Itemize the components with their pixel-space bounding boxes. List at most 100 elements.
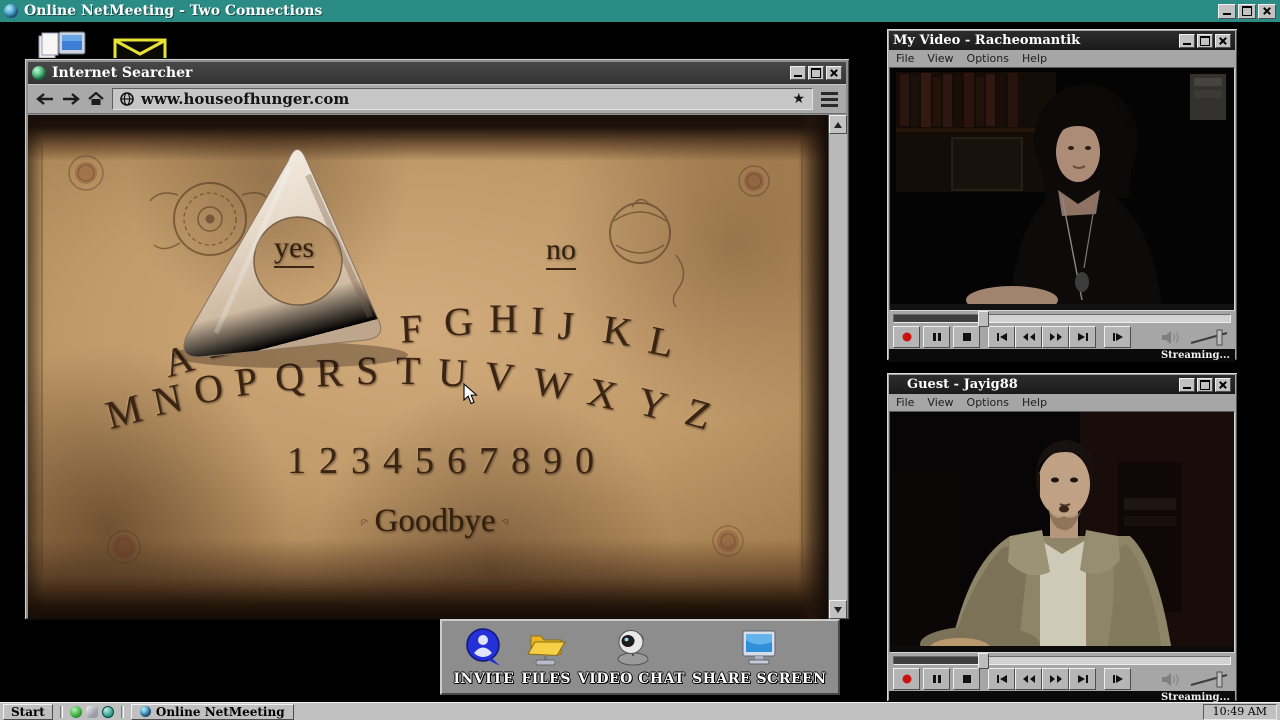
my-video-titlebar[interactable]: My Video - Racheomantik [889,31,1235,50]
board-letter: 9 [543,442,562,480]
board-letter: S [356,351,378,391]
browser-scrollbar[interactable] [828,115,847,619]
board-letter: 7 [479,442,498,480]
board-letter: V [483,356,516,399]
menu-view[interactable]: View [927,396,953,409]
browser-window: Internet Searcher www.houseofhunger.com … [24,58,850,620]
invite-bubble-icon [462,628,506,668]
stop-button[interactable] [953,668,980,690]
menu-help[interactable]: Help [1022,396,1047,409]
browser-titlebar[interactable]: Internet Searcher [28,62,846,84]
guest-video-feed [889,411,1235,653]
volume-slider[interactable] [1189,329,1231,346]
board-letter: F [399,308,423,349]
clock: 10:49 AM [1213,705,1267,718]
bookmark-star-icon[interactable]: ★ [792,92,805,106]
seek-thumb[interactable] [978,311,989,327]
menu-help[interactable]: Help [1022,52,1047,65]
board-letter: H [489,299,518,339]
skip-start-button[interactable] [988,326,1015,348]
home-icon[interactable] [88,92,104,106]
quick-launch-globe-icon[interactable] [102,706,114,718]
guest-titlebar[interactable]: Guest - Jayig88 [889,375,1235,394]
guest-minimize-button[interactable] [1179,378,1195,392]
board-letter: J [557,306,575,347]
board-letter: I [530,301,545,341]
url-bar[interactable]: www.houseofhunger.com ★ [112,88,813,110]
rewind-button[interactable] [1015,326,1042,348]
menu-file[interactable]: File [896,396,914,409]
guest-maximize-button[interactable] [1197,378,1213,392]
step-button[interactable] [1104,668,1131,690]
my-video-close-button[interactable] [1215,34,1231,48]
board-letter: E [325,296,352,338]
files-folder-icon [523,628,569,668]
meeting-toolbar: INVITE FILES VIDEO CHAT [440,619,840,695]
rewind-button[interactable] [1015,668,1042,690]
guest-close-button[interactable] [1215,378,1231,392]
browser-close-button[interactable] [826,66,842,80]
my-video-seekbar[interactable] [889,311,1235,325]
board-letter: 2 [319,442,338,480]
files-button[interactable]: FILES [521,628,571,687]
fast-forward-button[interactable] [1042,668,1069,690]
streaming-status: Streaming... [1161,350,1230,361]
stop-button[interactable] [953,326,980,348]
close-button[interactable] [1258,4,1276,19]
forward-icon[interactable] [62,93,80,105]
share-screen-button[interactable]: SHARE SCREEN [692,628,826,687]
guest-video-window: Guest - Jayig88 File View Options Help [886,372,1238,702]
taskbar-netmeeting-button[interactable]: Online NetMeeting [131,704,294,720]
goodbye-flourish-icon [360,516,369,528]
quick-launch-document-icon[interactable] [86,706,98,718]
speaker-icon[interactable] [1161,331,1181,344]
volume-slider[interactable] [1189,671,1231,688]
board-letter: Q [274,356,306,398]
board-letter: T [396,351,421,391]
menu-options[interactable]: Options [967,396,1009,409]
browser-minimize-button[interactable] [790,66,806,80]
netmeeting-globe-icon [140,706,151,717]
invite-button[interactable]: INVITE [453,628,514,687]
skip-end-button[interactable] [1069,668,1096,690]
pause-button[interactable] [923,326,950,348]
record-button[interactable] [893,668,920,690]
board-letter: 5 [415,442,434,480]
start-button[interactable]: Start [3,704,53,720]
pause-button[interactable] [923,668,950,690]
step-button[interactable] [1104,326,1131,348]
back-icon[interactable] [36,93,54,105]
menu-view[interactable]: View [927,52,953,65]
speaker-icon[interactable] [1161,673,1181,686]
my-video-minimize-button[interactable] [1179,34,1195,48]
board-frame-top [28,115,828,161]
quick-launch-green-sphere-icon[interactable] [70,706,82,718]
clock-tray: 10:49 AM [1203,704,1277,720]
skip-start-button[interactable] [988,668,1015,690]
record-button[interactable] [893,326,920,348]
menu-hamburger-icon[interactable] [821,92,838,107]
monitor-icon [737,628,781,668]
my-video-maximize-button[interactable] [1197,34,1213,48]
my-video-scene [890,68,1234,310]
menu-options[interactable]: Options [967,52,1009,65]
board-letter: W [530,361,574,406]
scroll-down-icon[interactable] [829,600,847,619]
seek-thumb[interactable] [978,653,989,669]
taskbar-separator [121,706,124,718]
url-text[interactable]: www.houseofhunger.com [141,90,785,108]
guest-menubar: File View Options Help [889,394,1235,411]
minimize-button[interactable] [1218,4,1236,19]
board-frame-bottom [28,539,828,619]
maximize-button[interactable] [1238,4,1256,19]
scroll-up-icon[interactable] [829,115,847,134]
menu-file[interactable]: File [896,52,914,65]
browser-globe-icon [32,66,46,80]
video-chat-button[interactable]: VIDEO CHAT [578,628,685,687]
browser-maximize-button[interactable] [808,66,824,80]
fast-forward-button[interactable] [1042,326,1069,348]
skip-end-button[interactable] [1069,326,1096,348]
guest-controls [889,667,1235,691]
board-no: no [546,235,576,270]
guest-seekbar[interactable] [889,653,1235,667]
